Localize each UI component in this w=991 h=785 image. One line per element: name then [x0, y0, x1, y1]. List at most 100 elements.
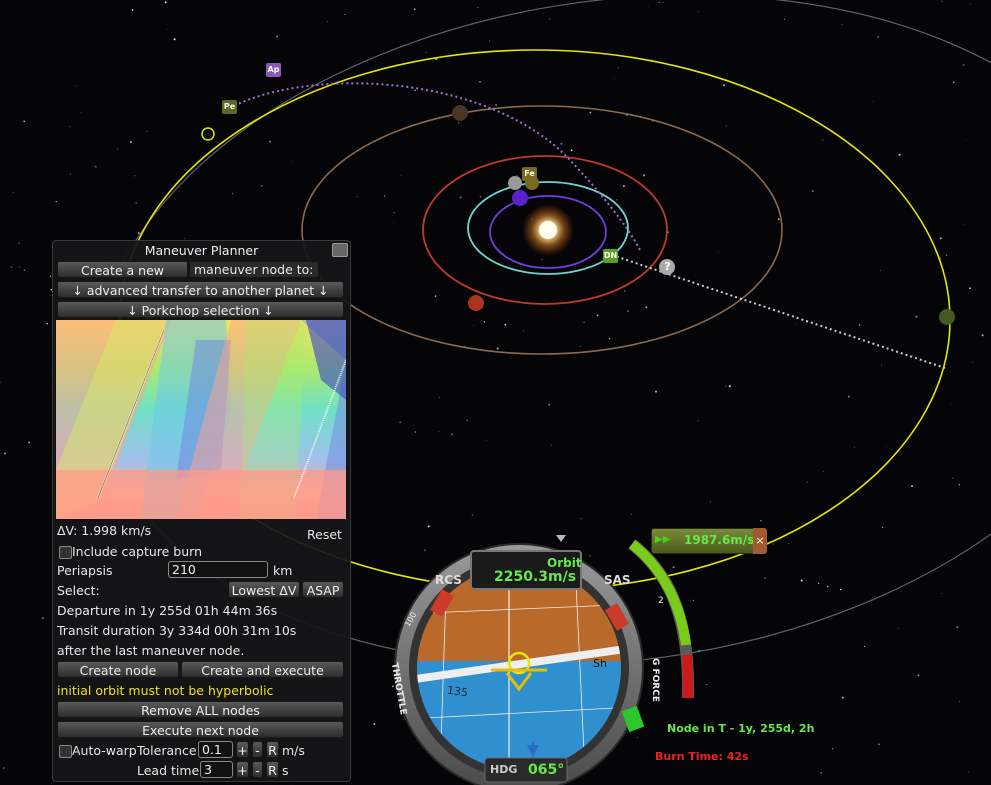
star [841, 696, 844, 699]
create-node-button[interactable]: Create node [57, 661, 179, 678]
lead-time-minus-button[interactable]: - [252, 761, 263, 778]
star [971, 362, 973, 363]
star [28, 441, 30, 444]
star [832, 748, 834, 750]
star [393, 222, 395, 224]
star [872, 101, 874, 102]
periapsis-marker[interactable]: Pe [222, 100, 237, 114]
star [881, 364, 883, 366]
capture-burn-label[interactable]: Include capture burn [72, 544, 202, 559]
navball-tick-sh: Sh [593, 657, 607, 670]
node-marker-icon[interactable] [508, 176, 522, 190]
create-new-button[interactable]: Create a new [57, 261, 188, 278]
star [613, 77, 615, 79]
tolerance-plus-button[interactable]: + [236, 741, 249, 758]
star [941, 593, 942, 594]
star [879, 269, 881, 271]
lead-time-input[interactable] [200, 761, 233, 778]
node-close-button[interactable]: × [753, 528, 767, 554]
star [847, 395, 850, 398]
periapsis-label: Periapsis [57, 563, 113, 578]
star [479, 196, 482, 198]
star [289, 96, 291, 98]
lowest-dv-button[interactable]: Lowest ΔV [228, 581, 300, 598]
tolerance-input[interactable] [198, 741, 233, 758]
star [464, 345, 466, 347]
periapsis-input[interactable] [168, 561, 268, 578]
star [981, 334, 984, 337]
star [129, 141, 132, 143]
star [969, 3, 971, 5]
select-label: Select: [57, 583, 100, 598]
star [18, 242, 20, 244]
autowarp-checkbox[interactable] [59, 745, 72, 758]
create-and-execute-button[interactable]: Create and execute [181, 661, 344, 678]
star [772, 543, 774, 545]
star [116, 148, 119, 150]
orbit-mode-label[interactable]: Orbit [547, 556, 582, 570]
remove-all-nodes-button[interactable]: Remove ALL nodes [57, 701, 344, 718]
star [496, 347, 499, 350]
planet-green[interactable] [939, 309, 955, 325]
star [70, 173, 71, 175]
planet-purple[interactable] [512, 190, 528, 206]
tolerance-minus-button[interactable]: - [252, 741, 263, 758]
delta-v-readout: ΔV: 1.998 km/s [57, 523, 152, 538]
lead-time-label: Lead time: [137, 763, 204, 778]
star [23, 269, 26, 271]
capture-burn-checkbox[interactable] [59, 546, 72, 559]
transfer-type-dropdown[interactable]: ↓ advanced transfer to another planet ↓ [57, 281, 344, 298]
reset-button[interactable]: Reset [307, 527, 342, 542]
apoapsis-marker[interactable]: Ap [266, 63, 281, 77]
fe-marker[interactable]: Fe [522, 167, 537, 181]
star [723, 84, 725, 87]
lead-time-reset-button[interactable]: R [266, 761, 279, 778]
star [604, 301, 606, 302]
star [393, 211, 396, 214]
tolerance-reset-button[interactable]: R [266, 741, 279, 758]
sas-label[interactable]: SAS [604, 573, 631, 587]
autowarp-label[interactable]: Auto-warp [72, 743, 137, 758]
star [858, 324, 861, 326]
rcs-label[interactable]: RCS [435, 573, 462, 587]
star [764, 577, 766, 579]
planet-red[interactable] [468, 295, 484, 311]
star [69, 126, 71, 128]
star [485, 439, 487, 441]
star [952, 477, 954, 479]
star [438, 397, 440, 398]
star [541, 258, 543, 260]
star [49, 275, 52, 277]
periapsis-unit: km [273, 563, 293, 578]
star [459, 196, 462, 199]
porkchop-plot[interactable] [56, 320, 346, 519]
descending-node-marker[interactable]: DN [603, 249, 618, 263]
asap-button[interactable]: ASAP [302, 581, 344, 598]
star [622, 185, 625, 188]
tolerance-label: Tolerance: [137, 743, 201, 758]
lead-time-plus-button[interactable]: + [236, 761, 249, 778]
star [166, 29, 168, 30]
node-in-time: Node in T - 1y, 255d, 2h [667, 722, 815, 735]
planet-brown[interactable] [452, 105, 468, 121]
star [760, 520, 762, 522]
star [292, 160, 294, 162]
star [617, 67, 620, 69]
star [473, 325, 475, 326]
star [911, 485, 913, 488]
star [697, 420, 699, 422]
star [841, 24, 843, 25]
star [146, 130, 148, 132]
star [709, 501, 712, 503]
star [697, 11, 699, 12]
star [718, 250, 719, 252]
heading-readout: 065° [528, 762, 565, 778]
star [18, 266, 20, 268]
window-close-button[interactable] [332, 243, 348, 257]
speed-readout[interactable]: 2250.3m/s [494, 569, 576, 585]
star [414, 8, 416, 10]
execute-next-node-button[interactable]: Execute next node [57, 721, 344, 738]
porkchop-selection-dropdown[interactable]: ↓ Porkchop selection ↓ [57, 301, 344, 318]
star [231, 192, 234, 194]
star [75, 85, 76, 87]
